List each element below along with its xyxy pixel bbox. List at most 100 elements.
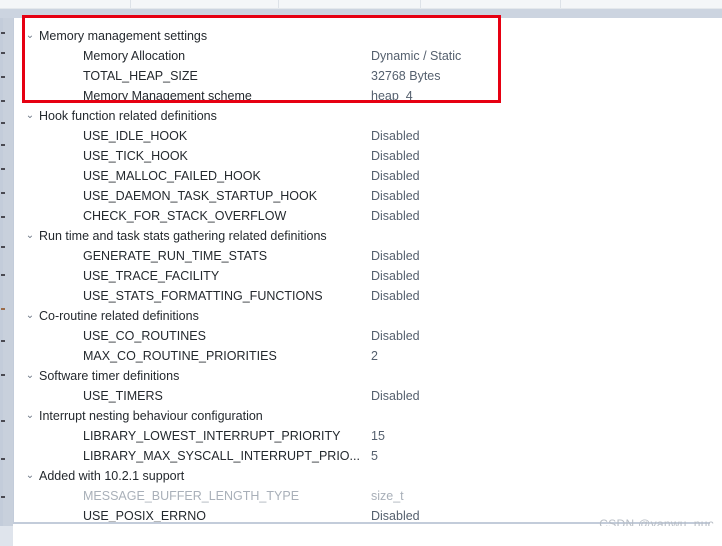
tree-group-row[interactable]: ⌄ Hook function related definitions — [14, 106, 710, 126]
tree-item-row[interactable]: LIBRARY_MAX_SYSCALL_INTERRUPT_PRIO... 5 — [14, 446, 710, 466]
overview-tick — [1, 52, 5, 54]
tree-item-label: MESSAGE_BUFFER_LENGTH_TYPE — [83, 489, 300, 503]
overview-tick — [1, 340, 5, 342]
column-separator[interactable] — [278, 0, 279, 8]
tree-item-value[interactable]: Disabled — [371, 146, 420, 166]
tree-item-label: USE_CO_ROUTINES — [83, 329, 206, 343]
tree-item-row[interactable]: USE_IDLE_HOOK Disabled — [14, 126, 710, 146]
overview-tick — [1, 76, 5, 78]
overview-ruler-track[interactable] — [3, 18, 13, 546]
overview-tick — [1, 100, 5, 102]
tree-item-label: TOTAL_HEAP_SIZE — [83, 69, 198, 83]
tree-item-row[interactable]: USE_TICK_HOOK Disabled — [14, 146, 710, 166]
tree-group-row[interactable]: ⌄ Software timer definitions — [14, 366, 710, 386]
tree-item-value[interactable]: heap_4 — [371, 86, 413, 106]
column-separator[interactable] — [130, 0, 131, 8]
tree-item-value[interactable]: Disabled — [371, 166, 420, 186]
tree-group-row[interactable]: ⌄ Co-routine related definitions — [14, 306, 710, 326]
tree-item-value[interactable]: 32768 Bytes — [371, 66, 441, 86]
tree-item-row[interactable]: USE_MALLOC_FAILED_HOOK Disabled — [14, 166, 710, 186]
tree-group-row[interactable]: ⌄ Memory management settings — [14, 26, 710, 46]
overview-tick — [1, 144, 5, 146]
tree-item-value[interactable]: Disabled — [371, 286, 420, 306]
tree-group-row[interactable]: ⌄ Interrupt nesting behaviour configurati… — [14, 406, 710, 426]
tree-item-label: USE_DAEMON_TASK_STARTUP_HOOK — [83, 189, 318, 203]
tree-item-value[interactable]: Disabled — [371, 506, 420, 522]
tree-item-value[interactable]: Disabled — [371, 206, 420, 226]
chevron-down-icon[interactable]: ⌄ — [24, 226, 36, 246]
panel-header-shadow — [0, 9, 722, 18]
tree-item-row[interactable]: USE_DAEMON_TASK_STARTUP_HOOK Disabled — [14, 186, 710, 206]
tree-item-row[interactable]: USE_STATS_FORMATTING_FUNCTIONS Disabled — [14, 286, 710, 306]
tree-item-label: Memory Allocation — [83, 49, 186, 63]
tree-item-label: LIBRARY_MAX_SYSCALL_INTERRUPT_PRIO... — [83, 449, 360, 463]
chevron-down-icon[interactable]: ⌄ — [24, 466, 36, 486]
overview-tick — [1, 122, 5, 124]
tree-item-label: USE_TICK_HOOK — [83, 149, 188, 163]
tree-item-value[interactable]: 2 — [371, 346, 378, 366]
tree-item-row[interactable]: LIBRARY_LOWEST_INTERRUPT_PRIORITY 15 — [14, 426, 710, 446]
overview-tick — [1, 32, 5, 34]
tree-item-row[interactable]: USE_TIMERS Disabled — [14, 386, 710, 406]
tree-item-label: USE_TRACE_FACILITY — [83, 269, 220, 283]
overview-tick — [1, 246, 5, 248]
chevron-down-icon[interactable]: ⌄ — [24, 406, 36, 426]
bottom-blank-strip — [0, 526, 722, 546]
chevron-down-icon[interactable]: ⌄ — [24, 306, 36, 326]
tree-item-row[interactable]: MESSAGE_BUFFER_LENGTH_TYPE size_t — [14, 486, 710, 506]
tree-item-value[interactable]: Disabled — [371, 386, 420, 406]
tree-item-label: LIBRARY_LOWEST_INTERRUPT_PRIORITY — [83, 429, 341, 443]
overview-ruler-gutter[interactable] — [0, 18, 13, 546]
overview-tick — [1, 420, 5, 422]
column-separator[interactable] — [420, 0, 421, 8]
tree-group-label: Added with 10.2.1 support — [39, 469, 185, 483]
tree-item-row[interactable]: TOTAL_HEAP_SIZE 32768 Bytes — [14, 66, 710, 86]
tree-item-row[interactable]: CHECK_FOR_STACK_OVERFLOW Disabled — [14, 206, 710, 226]
tree-group-row[interactable]: ⌄ Added with 10.2.1 support — [14, 466, 710, 486]
overview-tick-modified — [1, 308, 5, 310]
tree-item-value[interactable]: Disabled — [371, 186, 420, 206]
tree-item-label: CHECK_FOR_STACK_OVERFLOW — [83, 209, 287, 223]
overview-tick — [1, 374, 5, 376]
tree-item-label: GENERATE_RUN_TIME_STATS — [83, 249, 268, 263]
tree-item-value[interactable]: size_t — [371, 486, 404, 506]
tree-item-value[interactable]: Disabled — [371, 246, 420, 266]
config-tree-panel[interactable]: ⌄ Memory management settings Memory Alloca… — [13, 18, 710, 524]
tree-item-value[interactable]: Disabled — [371, 126, 420, 146]
overview-tick — [1, 216, 5, 218]
tree-group-label: Memory management settings — [39, 29, 208, 43]
tree-row-clipped[interactable] — [14, 18, 710, 26]
tree-item-value[interactable]: Disabled — [371, 266, 420, 286]
tree-item-label: USE_STATS_FORMATTING_FUNCTIONS — [83, 289, 323, 303]
tree-item-row[interactable]: USE_CO_ROUTINES Disabled — [14, 326, 710, 346]
tree-item-row[interactable]: Memory Allocation Dynamic / Static — [14, 46, 710, 66]
tree-item-row[interactable]: Memory Management scheme heap_4 — [14, 86, 710, 106]
tree-group-label: Software timer definitions — [39, 369, 180, 383]
tree-group-label: Run time and task stats gathering relate… — [39, 229, 327, 243]
chevron-down-icon[interactable]: ⌄ — [24, 26, 36, 46]
tree-item-value[interactable]: 15 — [371, 426, 385, 446]
tree-item-row[interactable]: MAX_CO_ROUTINE_PRIORITIES 2 — [14, 346, 710, 366]
overview-tick — [1, 168, 5, 170]
overview-tick — [1, 274, 5, 276]
tree-item-value[interactable]: 5 — [371, 446, 378, 466]
tree-item-label: Memory Management scheme — [83, 89, 252, 103]
tree-group-label: Co-routine related definitions — [39, 309, 199, 323]
overview-tick — [1, 192, 5, 194]
tree-item-label: USE_TIMERS — [83, 389, 163, 403]
panel-header-band — [0, 0, 722, 9]
config-tree-list: ⌄ Memory management settings Memory Alloca… — [14, 18, 710, 523]
column-separator[interactable] — [560, 0, 561, 8]
tree-item-label: MAX_CO_ROUTINE_PRIORITIES — [83, 349, 277, 363]
tree-item-label: USE_POSIX_ERRNO — [83, 509, 206, 523]
tree-item-row[interactable]: USE_TRACE_FACILITY Disabled — [14, 266, 710, 286]
chevron-down-icon[interactable]: ⌄ — [24, 106, 36, 126]
bottom-left-edge — [0, 526, 13, 546]
chevron-down-icon[interactable]: ⌄ — [24, 366, 36, 386]
tree-group-row[interactable]: ⌄ Run time and task stats gathering relat… — [14, 226, 710, 246]
tree-item-value[interactable]: Dynamic / Static — [371, 46, 461, 66]
tree-group-label: Interrupt nesting behaviour configuratio… — [39, 409, 263, 423]
tree-item-value[interactable]: Disabled — [371, 326, 420, 346]
tree-item-label: USE_MALLOC_FAILED_HOOK — [83, 169, 261, 183]
tree-item-row[interactable]: GENERATE_RUN_TIME_STATS Disabled — [14, 246, 710, 266]
